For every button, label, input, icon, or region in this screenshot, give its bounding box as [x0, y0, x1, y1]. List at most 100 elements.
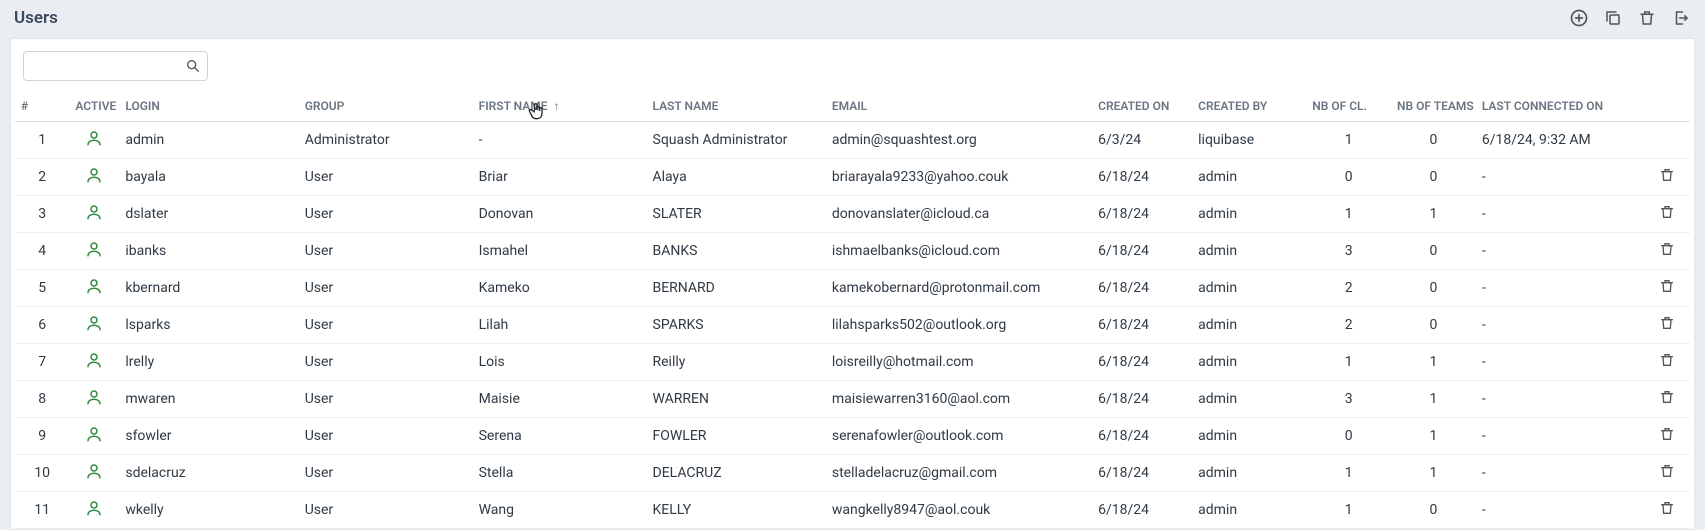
user-active-icon	[85, 129, 103, 147]
table-row[interactable]: 5kbernardUserKamekoBERNARDkamekobernard@…	[15, 270, 1690, 307]
users-table: # ACTIVE LOGIN GROUP FIRST NAME ↑ LAST N…	[15, 91, 1690, 529]
delete-button[interactable]	[1637, 8, 1657, 28]
search-input[interactable]	[30, 59, 185, 74]
col-header-active[interactable]: ACTIVE	[69, 91, 119, 122]
col-header-created-on[interactable]: CREATED ON	[1092, 91, 1192, 122]
table-row[interactable]: 1adminAdministrator-Squash Administrator…	[15, 122, 1690, 159]
last-connected-cell: -	[1476, 344, 1644, 381]
col-header-nb-teams[interactable]: NB OF TEAMS	[1391, 91, 1476, 122]
col-header-group[interactable]: GROUP	[299, 91, 473, 122]
delete-row-button[interactable]	[1659, 204, 1675, 220]
last-name-cell: SLATER	[647, 196, 826, 233]
col-header-login[interactable]: LOGIN	[119, 91, 298, 122]
table-row[interactable]: 8mwarenUserMaisieWARRENmaisiewarren3160@…	[15, 381, 1690, 418]
nb-teams-cell: 1	[1391, 196, 1476, 233]
created-on-cell: 6/18/24	[1092, 196, 1192, 233]
export-button[interactable]	[1671, 8, 1691, 28]
add-user-button[interactable]	[1569, 8, 1589, 28]
created-by-cell: admin	[1192, 196, 1306, 233]
table-row[interactable]: 6lsparksUserLilahSPARKSlilahsparks502@ou…	[15, 307, 1690, 344]
nb-teams-cell: 0	[1391, 122, 1476, 159]
col-header-email[interactable]: EMAIL	[826, 91, 1092, 122]
row-number: 6	[15, 307, 69, 344]
topbar: Users	[0, 0, 1705, 38]
delete-row-button[interactable]	[1659, 389, 1675, 405]
active-cell	[69, 270, 119, 307]
col-header-created-by[interactable]: CREATED BY	[1192, 91, 1306, 122]
last-name-cell: DELACRUZ	[647, 455, 826, 492]
table-row[interactable]: 4ibanksUserIsmahelBANKSishmaelbanks@iclo…	[15, 233, 1690, 270]
last-name-cell: FOWLER	[647, 418, 826, 455]
row-actions-cell	[1644, 196, 1690, 233]
table-row[interactable]: 7lrellyUserLoisReillyloisreilly@hotmail.…	[15, 344, 1690, 381]
col-header-num[interactable]: #	[15, 91, 69, 122]
email-cell: admin@squashtest.org	[826, 122, 1092, 159]
nb-cl-cell: 3	[1306, 381, 1391, 418]
col-header-last-name[interactable]: LAST NAME	[647, 91, 826, 122]
table-row[interactable]: 11wkellyUserWangKELLYwangkelly8947@aol.c…	[15, 492, 1690, 529]
last-connected-cell: -	[1476, 196, 1644, 233]
row-actions-cell	[1644, 492, 1690, 529]
row-number: 7	[15, 344, 69, 381]
created-by-cell: admin	[1192, 455, 1306, 492]
delete-row-button[interactable]	[1659, 500, 1675, 516]
group-cell: User	[299, 270, 473, 307]
copy-multi-button[interactable]	[1603, 8, 1623, 28]
created-on-cell: 6/18/24	[1092, 159, 1192, 196]
nb-teams-cell: 1	[1391, 418, 1476, 455]
delete-row-button[interactable]	[1659, 463, 1675, 479]
row-number: 5	[15, 270, 69, 307]
users-panel: # ACTIVE LOGIN GROUP FIRST NAME ↑ LAST N…	[10, 38, 1695, 530]
search-box[interactable]	[23, 51, 208, 81]
last-name-cell: Alaya	[647, 159, 826, 196]
created-on-cell: 6/18/24	[1092, 381, 1192, 418]
table-row[interactable]: 10sdelacruzUserStellaDELACRUZstelladelac…	[15, 455, 1690, 492]
sort-asc-icon: ↑	[554, 99, 560, 113]
email-cell: ishmaelbanks@icloud.com	[826, 233, 1092, 270]
login-cell: ibanks	[119, 233, 298, 270]
group-cell: User	[299, 196, 473, 233]
delete-row-button[interactable]	[1659, 167, 1675, 183]
last-connected-cell: -	[1476, 307, 1644, 344]
col-header-actions	[1644, 91, 1690, 122]
active-cell	[69, 455, 119, 492]
user-active-icon	[85, 277, 103, 295]
last-name-cell: SPARKS	[647, 307, 826, 344]
first-name-cell: Kameko	[473, 270, 647, 307]
table-row[interactable]: 9sfowlerUserSerenaFOWLERserenafowler@out…	[15, 418, 1690, 455]
first-name-cell: Donovan	[473, 196, 647, 233]
last-connected-cell: -	[1476, 381, 1644, 418]
user-active-icon	[85, 499, 103, 517]
active-cell	[69, 492, 119, 529]
user-active-icon	[85, 203, 103, 221]
created-on-cell: 6/18/24	[1092, 455, 1192, 492]
nb-cl-cell: 1	[1306, 122, 1391, 159]
first-name-cell: Serena	[473, 418, 647, 455]
table-row[interactable]: 2bayalaUserBriarAlayabriarayala9233@yaho…	[15, 159, 1690, 196]
table-row[interactable]: 3dslaterUserDonovanSLATERdonovanslater@i…	[15, 196, 1690, 233]
row-number: 11	[15, 492, 69, 529]
delete-row-button[interactable]	[1659, 278, 1675, 294]
col-header-last-connected[interactable]: LAST CONNECTED ON	[1476, 91, 1644, 122]
nb-teams-cell: 1	[1391, 381, 1476, 418]
delete-row-button[interactable]	[1659, 315, 1675, 331]
email-cell: wangkelly8947@aol.couk	[826, 492, 1092, 529]
active-cell	[69, 233, 119, 270]
nb-teams-cell: 0	[1391, 270, 1476, 307]
row-number: 10	[15, 455, 69, 492]
created-by-cell: admin	[1192, 344, 1306, 381]
created-on-cell: 6/18/24	[1092, 492, 1192, 529]
last-connected-cell: -	[1476, 492, 1644, 529]
search-icon[interactable]	[185, 58, 201, 74]
nb-cl-cell: 3	[1306, 233, 1391, 270]
col-header-first-name[interactable]: FIRST NAME ↑	[473, 91, 647, 122]
delete-row-button[interactable]	[1659, 352, 1675, 368]
delete-row-button[interactable]	[1659, 241, 1675, 257]
email-cell: donovanslater@icloud.ca	[826, 196, 1092, 233]
nb-cl-cell: 1	[1306, 196, 1391, 233]
group-cell: User	[299, 307, 473, 344]
col-header-nb-cl[interactable]: NB OF CL.	[1306, 91, 1391, 122]
delete-row-button[interactable]	[1659, 426, 1675, 442]
first-name-cell: Stella	[473, 455, 647, 492]
group-cell: User	[299, 344, 473, 381]
